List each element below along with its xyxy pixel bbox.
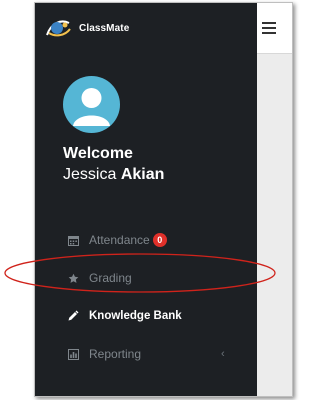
bar-chart-icon (66, 347, 80, 361)
brand[interactable]: ClassMate (45, 17, 129, 39)
calendar-icon (66, 233, 80, 247)
welcome-text: Welcome (63, 145, 133, 162)
top-bar (257, 3, 292, 54)
attendance-badge: 0 (152, 233, 167, 247)
chevron-left-icon[interactable]: ‹ (221, 348, 225, 360)
sidebar-item-reporting[interactable]: Reporting ‹ (35, 335, 257, 373)
sidebar-item-attendance[interactable]: Attendance 0 (35, 221, 257, 259)
sidebar-item-label: Attendance 0 (89, 233, 167, 247)
user-name: Jessica Akian (63, 166, 164, 184)
sidebar-item-knowledge-bank[interactable]: Knowledge Bank (35, 297, 257, 335)
content-area (257, 54, 292, 396)
sidebar-item-label: Grading (89, 271, 132, 285)
attendance-label: Attendance (89, 233, 150, 247)
user-first-name: Jessica (63, 166, 117, 183)
hamburger-menu-icon[interactable] (262, 22, 276, 34)
sidebar: ClassMate Welcome Jessica Akian Attendan… (35, 3, 257, 396)
star-icon (66, 271, 80, 285)
user-last-name: Akian (120, 166, 165, 183)
brand-name: ClassMate (79, 22, 130, 34)
user-avatar-icon (63, 76, 120, 133)
sidebar-item-label: Knowledge Bank (89, 310, 182, 322)
sidebar-item-grading[interactable]: Grading (35, 259, 257, 297)
sidebar-item-label: Reporting (89, 347, 142, 361)
classmate-logo-icon (46, 20, 71, 37)
pencil-icon (66, 309, 80, 323)
app-window: ClassMate Welcome Jessica Akian Attendan… (34, 2, 293, 397)
